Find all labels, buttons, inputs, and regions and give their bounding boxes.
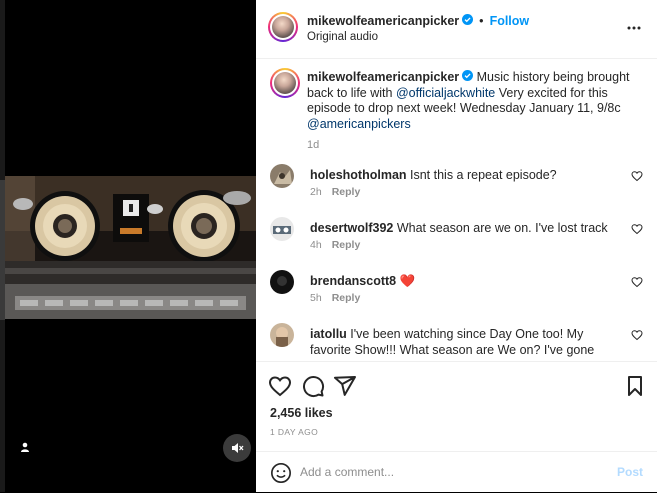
mention-link[interactable]: @officialjackwhite: [396, 86, 495, 100]
comment-meta: 5h Reply: [310, 292, 360, 304]
commenter-avatar[interactable]: [270, 323, 294, 347]
verified-badge-icon: [462, 14, 474, 28]
post-actions: 2,456 likes 1 DAY AGO: [256, 361, 657, 452]
comment-username[interactable]: iatollu: [310, 327, 347, 341]
audio-label[interactable]: Original audio: [307, 31, 378, 43]
header-title-row: mikewolfeamericanpicker • Follow: [307, 14, 529, 28]
video-frame[interactable]: [5, 176, 256, 319]
comment-time[interactable]: 5h: [310, 292, 322, 304]
author-username[interactable]: mikewolfeamericanpicker: [307, 14, 459, 28]
comment-like-heart-icon[interactable]: [631, 169, 643, 182]
caption-username[interactable]: mikewolfeamericanpicker: [307, 70, 459, 84]
comments-list[interactable]: mikewolfeamericanpicker Music history be…: [256, 59, 657, 360]
comment-username[interactable]: brendanscott8: [310, 274, 396, 288]
comment-username[interactable]: desertwolf392: [310, 221, 393, 235]
mention-link[interactable]: @americanpickers: [307, 117, 411, 131]
comment-time[interactable]: 4h: [310, 239, 322, 251]
comment-body: Isnt this a repeat episode?: [406, 168, 557, 182]
reply-button[interactable]: Reply: [332, 292, 361, 304]
studio-video-image: [5, 176, 256, 319]
caption-time[interactable]: 1d: [307, 138, 632, 154]
comment-icon[interactable]: [301, 374, 325, 398]
caption-author-avatar[interactable]: [270, 68, 300, 98]
comment-text: holeshotholman Isnt this a repeat episod…: [310, 167, 620, 183]
heart-icon[interactable]: [268, 374, 292, 398]
comment-meta: 2h Reply: [310, 186, 360, 198]
caption-text: mikewolfeamericanpicker Music history be…: [307, 70, 632, 154]
commenter-avatar[interactable]: [270, 217, 294, 241]
add-comment-bar: Post: [256, 451, 657, 493]
verified-badge-icon: [462, 70, 474, 86]
separator-dot: •: [479, 14, 484, 28]
likes-count[interactable]: 2,456 likes: [270, 406, 333, 420]
comment-meta: 4h Reply: [310, 239, 360, 251]
share-icon[interactable]: [333, 374, 357, 398]
comment-time[interactable]: 2h: [310, 186, 322, 198]
comment-body: I've been watching since Day One too! My…: [310, 327, 595, 360]
mute-icon[interactable]: [223, 434, 251, 462]
comment-like-heart-icon[interactable]: [631, 222, 643, 235]
comment-text: iatollu I've been watching since Day One…: [310, 326, 620, 360]
comment-text: desertwolf392 What season are we on. I'v…: [310, 220, 620, 236]
reply-button[interactable]: Reply: [332, 239, 361, 251]
author-avatar[interactable]: [268, 12, 298, 42]
comment-input[interactable]: [300, 462, 600, 482]
save-icon[interactable]: [623, 374, 647, 398]
post-date[interactable]: 1 DAY AGO: [270, 427, 318, 437]
comment-body: ❤️: [396, 274, 416, 288]
comment-body: What season are we on. I've lost track: [393, 221, 608, 235]
comment-like-heart-icon[interactable]: [631, 275, 643, 288]
reply-button[interactable]: Reply: [332, 186, 361, 198]
user-tag-icon[interactable]: [15, 437, 35, 457]
post-comment-button[interactable]: Post: [617, 465, 643, 479]
post-header: mikewolfeamericanpicker • Follow Origina…: [256, 0, 657, 59]
comment-username[interactable]: holeshotholman: [310, 168, 407, 182]
commenter-avatar[interactable]: [270, 270, 294, 294]
emoji-icon[interactable]: [270, 462, 292, 484]
follow-button[interactable]: Follow: [490, 14, 530, 28]
comment-like-heart-icon[interactable]: [631, 328, 643, 341]
post-side-panel: mikewolfeamericanpicker • Follow Origina…: [256, 0, 657, 492]
media-panel[interactable]: [5, 0, 256, 492]
comment-text: brendanscott8 ❤️: [310, 273, 620, 289]
commenter-avatar[interactable]: [270, 164, 294, 188]
more-options-icon[interactable]: [625, 19, 643, 37]
